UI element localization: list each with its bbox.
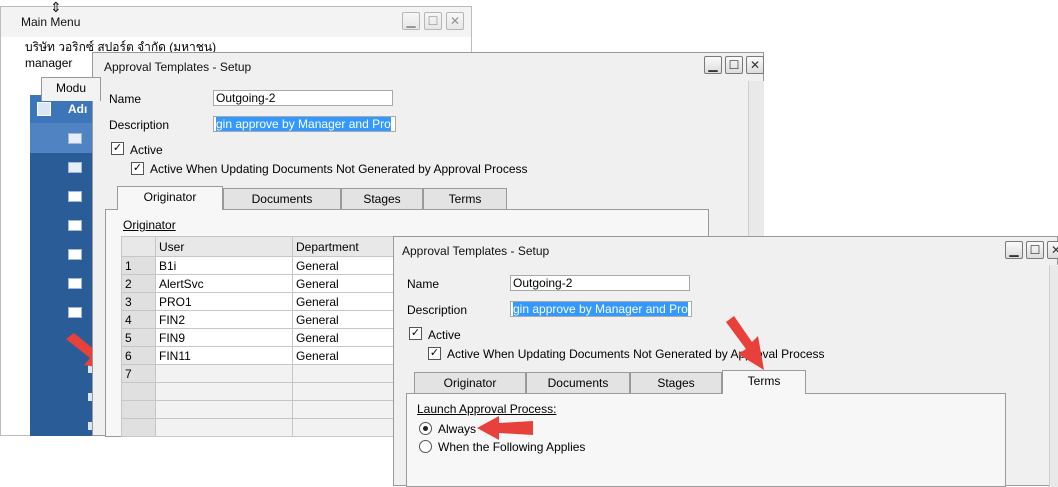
launch-approval-title: Launch Approval Process: xyxy=(417,402,557,416)
close-icon: ✕ xyxy=(1050,243,1058,257)
folder-icon[interactable] xyxy=(68,278,82,289)
tab-documents[interactable]: Documents xyxy=(526,372,630,394)
modules-sidebar: Adı xyxy=(30,95,100,436)
description-label: Description xyxy=(109,118,170,132)
sidebar-header-icon xyxy=(37,102,51,116)
grid-header-rownum xyxy=(121,236,156,257)
maximize-button[interactable]: ☐ xyxy=(1026,241,1044,259)
table-row[interactable] xyxy=(121,400,411,419)
active-label: Active xyxy=(130,143,163,157)
originator-section-title: Originator xyxy=(123,218,176,232)
tab-originator[interactable]: Originator xyxy=(414,372,526,394)
minimize-icon: ▁ xyxy=(708,58,718,72)
red-arrow-icon xyxy=(726,316,764,370)
name-label: Name xyxy=(109,92,142,106)
table-row[interactable]: 7 xyxy=(121,364,411,383)
close-icon: ✕ xyxy=(449,14,461,28)
radio-when-applies[interactable] xyxy=(419,440,432,453)
tab-stages[interactable]: Stages xyxy=(341,188,423,210)
maximize-icon: ☐ xyxy=(728,58,740,72)
tab-terms[interactable]: Terms xyxy=(423,188,507,210)
grid-header-user[interactable]: User xyxy=(155,236,293,257)
minimize-icon: ▁ xyxy=(406,14,416,28)
name-field[interactable]: Outgoing-2 xyxy=(213,90,393,106)
back-titlebar[interactable]: Approval Templates - Setup ▁ ☐ ✕ xyxy=(93,53,764,81)
table-row[interactable]: 4 FIN2 General xyxy=(121,310,411,329)
originator-grid: User Department 1 B1i General 2 AlertSvc Gen… xyxy=(121,236,411,437)
tab-documents[interactable]: Documents xyxy=(223,188,341,210)
front-scrollbar[interactable] xyxy=(1049,265,1058,487)
user-name: manager xyxy=(25,56,73,70)
active-checkbox[interactable]: ✓ xyxy=(111,142,124,155)
folder-icon[interactable] xyxy=(68,191,82,202)
table-row[interactable]: 2 AlertSvc General xyxy=(121,274,411,293)
name-field[interactable]: Outgoing-2 xyxy=(510,275,690,291)
minimize-button[interactable]: ▁ xyxy=(704,56,722,74)
table-row[interactable]: 3 PRO1 General xyxy=(121,292,411,311)
cursor-icon: ⇕ xyxy=(50,0,62,15)
description-label: Description xyxy=(407,303,468,317)
active-checkbox[interactable]: ✓ xyxy=(409,327,422,340)
front-titlebar[interactable]: Approval Templates - Setup ▁ ☐ ✕ xyxy=(394,237,1058,265)
description-field[interactable]: gin approve by Manager and Pro xyxy=(213,116,396,132)
tab-terms[interactable]: Terms xyxy=(722,370,806,394)
tab-stages[interactable]: Stages xyxy=(630,372,722,394)
main-menu-title: Main Menu xyxy=(21,15,81,29)
active-label: Active xyxy=(428,328,461,342)
close-button[interactable]: ✕ xyxy=(746,56,764,74)
folder-icon[interactable] xyxy=(68,249,82,260)
maximize-icon: ☐ xyxy=(1029,243,1041,257)
description-field[interactable]: gin approve by Manager and Pro xyxy=(510,301,692,317)
maximize-button[interactable]: ☐ xyxy=(424,12,442,30)
close-button[interactable]: ✕ xyxy=(1047,241,1058,259)
back-window-title: Approval Templates - Setup xyxy=(104,60,252,74)
tab-originator[interactable]: Originator xyxy=(117,186,223,210)
tab-modules[interactable]: Modu xyxy=(41,77,101,101)
maximize-icon: ☐ xyxy=(427,14,439,28)
sidebar-selected-row[interactable] xyxy=(30,123,100,153)
table-row[interactable] xyxy=(121,418,411,437)
maximize-button[interactable]: ☐ xyxy=(725,56,743,74)
window-icon[interactable] xyxy=(68,162,82,173)
grid-header-row: User Department xyxy=(121,236,411,257)
minimize-button[interactable]: ▁ xyxy=(402,12,420,30)
folder-open-icon[interactable] xyxy=(68,307,82,318)
radio-always-label: Always xyxy=(438,422,477,436)
minimize-icon: ▁ xyxy=(1009,243,1019,257)
main-menu-titlebar[interactable]: Main Menu ▁ ☐ ✕ xyxy=(1,7,471,37)
active-update-checkbox[interactable]: ✓ xyxy=(428,347,441,360)
folder-icon[interactable] xyxy=(68,220,82,231)
table-row[interactable]: 5 FIN9 General xyxy=(121,328,411,347)
window-icon[interactable] xyxy=(68,133,82,144)
active-update-label: Active When Updating Documents Not Gener… xyxy=(150,162,528,176)
minimize-button[interactable]: ▁ xyxy=(1005,241,1023,259)
active-update-checkbox[interactable]: ✓ xyxy=(131,162,144,175)
radio-always[interactable] xyxy=(419,422,432,435)
name-label: Name xyxy=(407,277,440,291)
table-row[interactable]: 1 B1i General xyxy=(121,256,411,275)
sidebar-header-label: Adı xyxy=(68,102,88,116)
front-window-title: Approval Templates - Setup xyxy=(402,244,550,258)
red-arrow-icon xyxy=(477,416,533,440)
table-row[interactable]: 6 FIN11 General xyxy=(121,346,411,365)
radio-when-applies-label: When the Following Applies xyxy=(438,440,586,454)
table-row[interactable] xyxy=(121,382,411,401)
close-button[interactable]: ✕ xyxy=(446,12,464,30)
close-icon: ✕ xyxy=(749,58,761,72)
